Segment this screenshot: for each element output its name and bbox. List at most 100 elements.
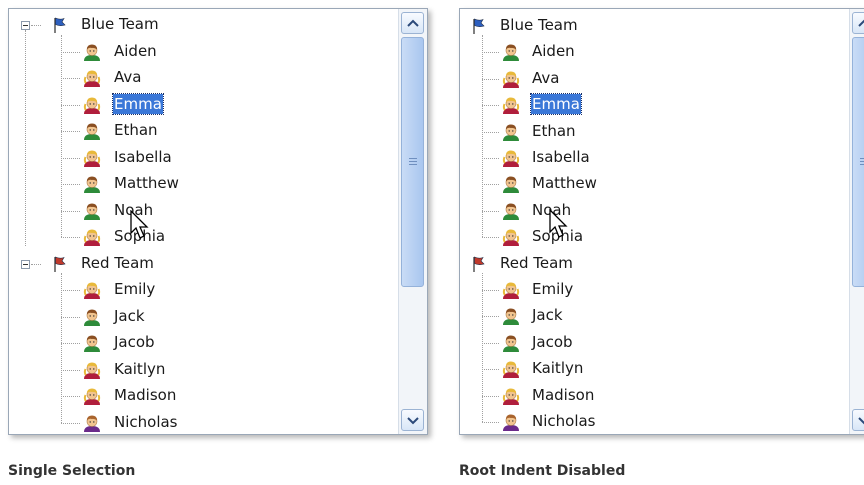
tree-connector-line bbox=[61, 104, 80, 106]
tree-connector-line bbox=[482, 131, 499, 133]
tree-node-isabella[interactable]: Isabella bbox=[9, 145, 399, 171]
tree-node-madison[interactable]: Madison bbox=[460, 383, 850, 409]
tree-node-label: Matthew bbox=[114, 174, 179, 192]
tree-node-red-team[interactable]: Red Team bbox=[9, 251, 399, 277]
tree-node-aiden[interactable]: Aiden bbox=[9, 39, 399, 65]
tree-node-noah[interactable]: Noah bbox=[460, 198, 850, 224]
person-icon bbox=[501, 70, 521, 88]
tree-node-label: Blue Team bbox=[81, 15, 159, 33]
tree-node-matthew[interactable]: Matthew bbox=[460, 171, 850, 197]
tree-view[interactable]: Blue Team Aiden Ava Emma Ethan Isabella Matthe… bbox=[9, 9, 399, 434]
tree-connector-line bbox=[482, 395, 499, 397]
person-icon bbox=[82, 228, 102, 246]
tree-node-label: Emily bbox=[114, 280, 156, 298]
scroll-down-button[interactable] bbox=[852, 409, 864, 431]
tree-node-label: Kaitlyn bbox=[532, 359, 584, 378]
tree-node-jack[interactable]: Jack bbox=[460, 303, 850, 329]
tree-connector-line bbox=[61, 157, 80, 159]
tree-node-label: Jack bbox=[114, 306, 145, 325]
vertical-scrollbar[interactable] bbox=[398, 9, 427, 434]
tree-connector-line bbox=[61, 316, 80, 318]
person-icon bbox=[82, 122, 102, 140]
tree-node-sophia[interactable]: Sophia bbox=[460, 224, 850, 250]
tree-node-emma[interactable]: Emma bbox=[9, 92, 399, 118]
tree-node-label: Matthew bbox=[532, 174, 597, 193]
tree-node-label: Jack bbox=[532, 306, 563, 325]
tree-node-label: Ethan bbox=[114, 121, 158, 139]
scroll-down-button[interactable] bbox=[401, 409, 424, 431]
tree-node-ethan[interactable]: Ethan bbox=[460, 119, 850, 145]
tree-node-label: Ava bbox=[532, 68, 560, 87]
tree-panel-single-selection[interactable]: Blue Team Aiden Ava Emma Ethan Isabella Matthe… bbox=[8, 8, 428, 435]
flag-icon bbox=[470, 255, 490, 273]
tree-node-emily[interactable]: Emily bbox=[9, 277, 399, 303]
tree-connector-line bbox=[482, 237, 499, 239]
tree-node-matthew[interactable]: Matthew bbox=[9, 171, 399, 197]
collapse-toggle-icon[interactable] bbox=[21, 21, 30, 30]
caption-root-indent-disabled: Root Indent Disabled bbox=[459, 463, 626, 479]
tree-node-label: Emily bbox=[532, 280, 574, 298]
tree-node-kaitlyn[interactable]: Kaitlyn bbox=[9, 357, 399, 383]
tree-connector-line bbox=[31, 25, 41, 26]
person-icon bbox=[82, 361, 102, 379]
tree-node-blue-team[interactable]: Blue Team bbox=[460, 13, 850, 39]
tree-node-ava[interactable]: Ava bbox=[9, 65, 399, 91]
tree-node-aiden[interactable]: Aiden bbox=[460, 39, 850, 65]
tree-node-emily[interactable]: Emily bbox=[460, 277, 850, 303]
tree-node-blue-team[interactable]: Blue Team bbox=[9, 12, 399, 38]
tree-node-nicholas[interactable]: Nicholas bbox=[9, 410, 399, 435]
person-icon bbox=[82, 43, 102, 61]
tree-node-label: Ethan bbox=[532, 121, 576, 140]
person-icon bbox=[501, 387, 521, 405]
person-icon bbox=[501, 175, 521, 194]
tree-node-label: Nicholas bbox=[114, 412, 178, 431]
person-icon bbox=[82, 387, 102, 405]
scroll-up-arrow-icon bbox=[858, 19, 864, 27]
person-icon bbox=[82, 175, 102, 193]
scroll-thumb[interactable] bbox=[401, 37, 424, 287]
person-icon bbox=[82, 149, 102, 167]
person-icon bbox=[82, 308, 102, 326]
tree-node-ethan[interactable]: Ethan bbox=[9, 118, 399, 144]
tree-node-ava[interactable]: Ava bbox=[460, 66, 850, 92]
person-icon bbox=[82, 69, 102, 87]
tree-node-noah[interactable]: Noah bbox=[9, 198, 399, 224]
tree-node-isabella[interactable]: Isabella bbox=[460, 145, 850, 171]
collapse-toggle-icon[interactable] bbox=[21, 259, 30, 269]
tree-node-jacob[interactable]: Jacob bbox=[460, 330, 850, 356]
tree-node-jacob[interactable]: Jacob bbox=[9, 330, 399, 356]
person-icon bbox=[501, 360, 521, 379]
tree-connector-line bbox=[482, 369, 499, 371]
tree-node-label: Jacob bbox=[114, 333, 155, 351]
tree-node-label: Isabella bbox=[532, 148, 590, 166]
tree-node-label: Red Team bbox=[500, 253, 573, 272]
person-icon bbox=[82, 281, 102, 299]
tree-connector-line bbox=[61, 184, 80, 185]
scroll-up-arrow-icon bbox=[407, 19, 419, 27]
tree-connector-line bbox=[31, 263, 41, 265]
scroll-up-button[interactable] bbox=[401, 12, 424, 34]
tree-node-red-team[interactable]: Red Team bbox=[460, 251, 850, 277]
tree-node-label: Nicholas bbox=[532, 412, 596, 430]
person-icon bbox=[501, 96, 521, 115]
person-icon bbox=[82, 414, 102, 432]
tree-connector-line bbox=[61, 369, 80, 371]
tree-node-nicholas[interactable]: Nicholas bbox=[460, 409, 850, 434]
tree-node-kaitlyn[interactable]: Kaitlyn bbox=[460, 356, 850, 382]
person-icon bbox=[82, 202, 102, 220]
tree-node-sophia[interactable]: Sophia bbox=[9, 224, 399, 250]
tree-node-jack[interactable]: Jack bbox=[9, 304, 399, 330]
scroll-thumb[interactable] bbox=[852, 37, 864, 287]
tree-node-madison[interactable]: Madison bbox=[9, 383, 399, 409]
tree-panel-root-indent-disabled[interactable]: Blue Team Aiden Ava Emma Ethan Isabella Matthe… bbox=[459, 8, 864, 435]
tree-connector-line bbox=[482, 158, 499, 159]
vertical-scrollbar[interactable] bbox=[849, 9, 864, 434]
tree-node-emma[interactable]: Emma bbox=[460, 92, 850, 118]
tree-view[interactable]: Blue Team Aiden Ava Emma Ethan Isabella Matthe… bbox=[460, 9, 850, 434]
tree-connector-line bbox=[61, 422, 80, 424]
tree-connector-line bbox=[482, 184, 499, 186]
person-icon bbox=[501, 123, 521, 141]
scroll-up-button[interactable] bbox=[852, 12, 864, 34]
tree-connector-line bbox=[61, 210, 80, 212]
tree-connector-line bbox=[482, 290, 499, 291]
